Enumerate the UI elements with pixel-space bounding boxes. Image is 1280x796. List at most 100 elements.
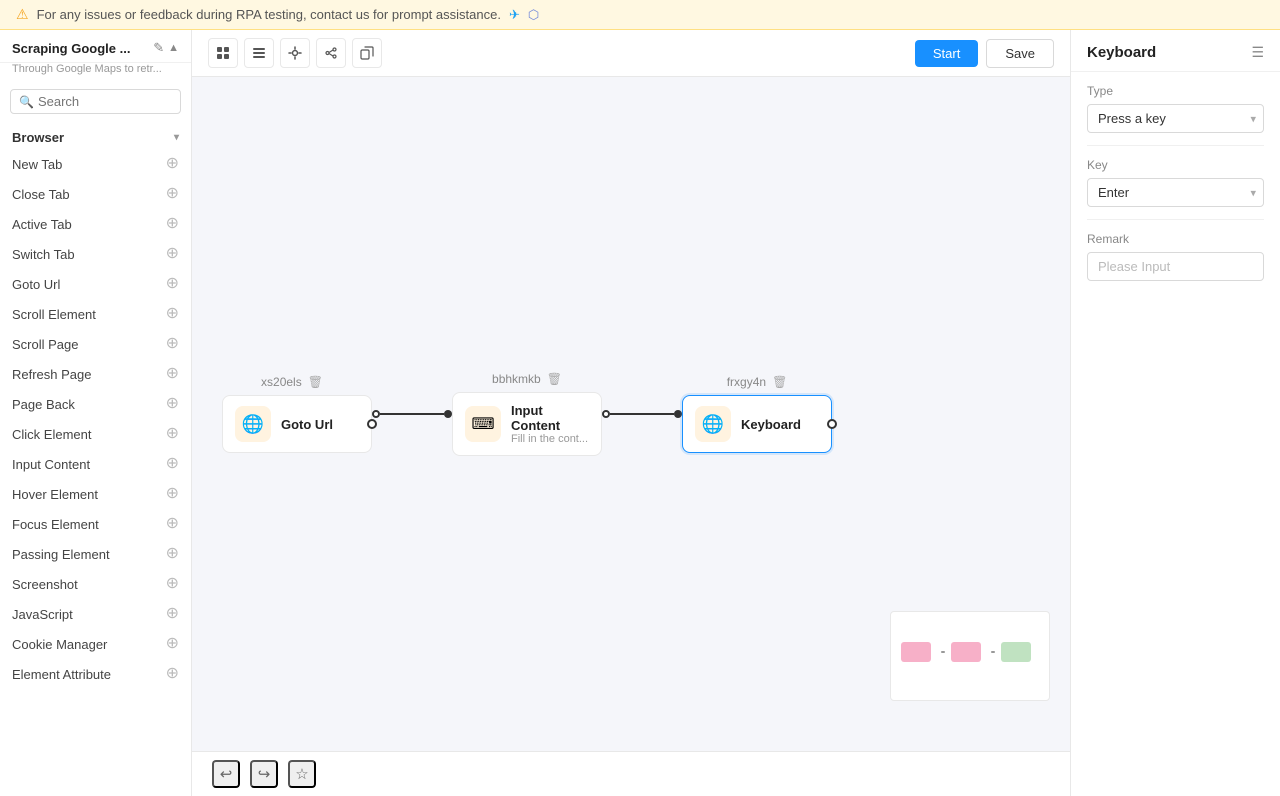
copy-button[interactable] (352, 38, 382, 68)
add-icon[interactable]: ⊕ (166, 666, 179, 682)
arrow-line (610, 413, 674, 415)
type-select[interactable]: Press a key Type text Key combination (1087, 104, 1264, 133)
add-icon[interactable]: ⊕ (166, 246, 179, 262)
undo-button[interactable]: ↩ (212, 760, 240, 788)
sidebar-item-label: Page Back (12, 397, 75, 412)
add-icon[interactable]: ⊕ (166, 576, 179, 592)
node-connector-right (367, 419, 377, 429)
favorite-button[interactable]: ☆ (288, 760, 316, 788)
key-select[interactable]: Enter Tab Escape Space Backspace Delete (1087, 178, 1264, 207)
node-card[interactable]: ⌨ Input Content Fill in the cont... (452, 392, 602, 456)
sidebar-item-element-attribute[interactable]: Element Attribute ⊕ (0, 659, 191, 689)
sidebar-section: Browser ▾ New Tab ⊕ Close Tab ⊕ Active T… (0, 122, 191, 796)
sidebar: Scraping Google ... ✎ ▲ Through Google M… (0, 30, 192, 796)
right-panel: Keyboard ☰ Type Press a key Type text Ke… (1070, 30, 1280, 796)
flow-node-goto-url[interactable]: xs20els 🗑 🌐 Goto Url (212, 375, 372, 453)
sidebar-item-switch-tab[interactable]: Switch Tab ⊕ (0, 239, 191, 269)
node-title: Keyboard (741, 417, 819, 432)
sidebar-item-page-back[interactable]: Page Back ⊕ (0, 389, 191, 419)
save-button[interactable]: Save (986, 39, 1054, 68)
add-icon[interactable]: ⊕ (166, 606, 179, 622)
sidebar-item-label: Cookie Manager (12, 637, 107, 652)
sidebar-item-cookie-manager[interactable]: Cookie Manager ⊕ (0, 629, 191, 659)
add-icon[interactable]: ⊕ (166, 276, 179, 292)
add-icon[interactable]: ⊕ (166, 306, 179, 322)
project-title: Scraping Google ... (12, 41, 130, 56)
sidebar-item-input-content[interactable]: Input Content ⊕ (0, 449, 191, 479)
sidebar-item-hover-element[interactable]: Hover Element ⊕ (0, 479, 191, 509)
grid-view-button[interactable] (208, 38, 238, 68)
remark-input[interactable] (1087, 252, 1264, 281)
node-info: Input Content Fill in the cont... (511, 403, 589, 445)
arrow-dot-left (602, 410, 610, 418)
redo-button[interactable]: ↪ (250, 760, 278, 788)
add-icon[interactable]: ⊕ (166, 366, 179, 382)
type-label: Type (1087, 84, 1264, 98)
add-icon[interactable]: ⊕ (166, 336, 179, 352)
sidebar-item-close-tab[interactable]: Close Tab ⊕ (0, 179, 191, 209)
flow-arrow-2 (602, 410, 682, 418)
browser-section-header[interactable]: Browser ▾ (0, 122, 191, 149)
sidebar-item-passing-element[interactable]: Passing Element ⊕ (0, 539, 191, 569)
sidebar-item-click-element[interactable]: Click Element ⊕ (0, 419, 191, 449)
panel-header: Keyboard ☰ (1071, 30, 1280, 72)
edit-icon[interactable]: ✎ (153, 40, 164, 56)
sidebar-item-screenshot[interactable]: Screenshot ⊕ (0, 569, 191, 599)
sidebar-item-label: Click Element (12, 427, 91, 442)
sidebar-item-focus-element[interactable]: Focus Element ⊕ (0, 509, 191, 539)
node-subtitle: Fill in the cont... (511, 433, 589, 445)
list-view-button[interactable] (244, 38, 274, 68)
add-icon[interactable]: ⊕ (166, 396, 179, 412)
node-card[interactable]: 🌐 Goto Url (222, 395, 372, 453)
canvas[interactable]: xs20els 🗑 🌐 Goto Url (192, 77, 1070, 751)
node-info: Keyboard (741, 417, 819, 432)
canvas-bottom-toolbar: ↩ ↪ ☆ (192, 751, 1070, 796)
sidebar-item-scroll-page[interactable]: Scroll Page ⊕ (0, 329, 191, 359)
add-icon[interactable]: ⊕ (166, 486, 179, 502)
delete-icon[interactable]: 🗑 (772, 375, 787, 389)
add-icon[interactable]: ⊕ (166, 186, 179, 202)
sidebar-header: Scraping Google ... ✎ ▲ (0, 30, 191, 63)
node-card-active[interactable]: 🌐 Keyboard (682, 395, 832, 453)
delete-icon[interactable]: 🗑 (308, 375, 323, 389)
sidebar-item-goto-url[interactable]: Goto Url ⊕ (0, 269, 191, 299)
sidebar-item-refresh-page[interactable]: Refresh Page ⊕ (0, 359, 191, 389)
add-icon[interactable]: ⊕ (166, 216, 179, 232)
project-subtitle: Through Google Maps to retr... (0, 63, 191, 81)
sidebar-item-label: Scroll Page (12, 337, 78, 352)
flow-node-keyboard[interactable]: frxgy4n 🗑 🌐 Keyboard (682, 375, 832, 453)
start-button[interactable]: Start (915, 40, 978, 67)
sidebar-item-new-tab[interactable]: New Tab ⊕ (0, 149, 191, 179)
node-id-bar: bbhkmkb 🗑 (492, 372, 562, 386)
add-icon[interactable]: ⊕ (166, 516, 179, 532)
sidebar-item-label: Passing Element (12, 547, 110, 562)
add-icon[interactable]: ⊕ (166, 426, 179, 442)
add-icon[interactable]: ⊕ (166, 456, 179, 472)
settings-button[interactable] (280, 38, 310, 68)
banner-text: For any issues or feedback during RPA te… (37, 7, 501, 22)
warning-icon: ⚠ (16, 6, 29, 23)
arrow-line (380, 413, 444, 415)
delete-icon[interactable]: 🗑 (547, 372, 562, 386)
sidebar-item-javascript[interactable]: JavaScript ⊕ (0, 599, 191, 629)
flow-node-input-content[interactable]: bbhkmkb 🗑 ⌨ Input Content Fill in the co… (452, 372, 602, 456)
key-label: Key (1087, 158, 1264, 172)
remark-label: Remark (1087, 232, 1264, 246)
type-select-wrapper: Press a key Type text Key combination (1087, 104, 1264, 133)
node-title: Input Content (511, 403, 589, 433)
add-icon[interactable]: ⊕ (166, 546, 179, 562)
sidebar-item-label: Goto Url (12, 277, 60, 292)
search-input[interactable] (38, 94, 172, 109)
add-icon[interactable]: ⊕ (166, 636, 179, 652)
key-select-wrapper: Enter Tab Escape Space Backspace Delete (1087, 178, 1264, 207)
sidebar-item-scroll-element[interactable]: Scroll Element ⊕ (0, 299, 191, 329)
add-icon[interactable]: ⊕ (166, 156, 179, 172)
sidebar-item-label: Refresh Page (12, 367, 92, 382)
telegram-icon: ✈ (509, 7, 520, 23)
sidebar-item-label: Active Tab (12, 217, 72, 232)
menu-icon[interactable]: ☰ (1251, 44, 1264, 61)
node-icon: 🌐 (695, 406, 731, 442)
chevron-up-icon[interactable]: ▲ (168, 42, 179, 54)
sidebar-item-active-tab[interactable]: Active Tab ⊕ (0, 209, 191, 239)
share-button[interactable] (316, 38, 346, 68)
